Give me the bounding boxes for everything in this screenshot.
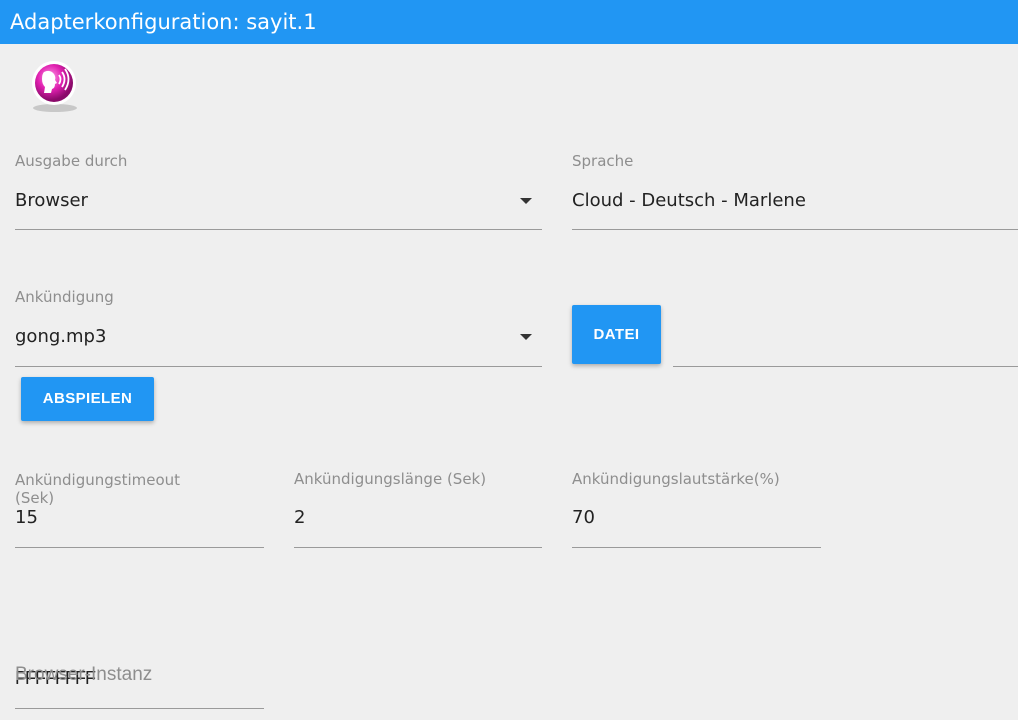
announce-select[interactable]: gong.mp3: [15, 320, 542, 366]
output-label: Ausgabe durch: [15, 152, 128, 170]
language-value: Cloud - Deutsch - Marlene: [572, 190, 806, 211]
window-title: Adapterkonfiguration: sayit.1: [0, 0, 1018, 44]
browser-instance-input[interactable]: FFFFFFFF Browser-Instanz: [15, 660, 264, 708]
announce-length-value: 2: [294, 507, 306, 528]
speaking-head-icon: [26, 58, 82, 114]
output-select[interactable]: Browser: [15, 184, 542, 230]
announce-timeout-value: 15: [15, 507, 38, 528]
browser-instance-underline: [15, 708, 264, 709]
play-button[interactable]: ABSPIELEN: [21, 377, 154, 421]
announce-timeout-underline: [15, 547, 264, 548]
announce-timeout-label: Ankündigungstimeout (Sek): [15, 471, 181, 507]
announce-length-underline: [294, 547, 542, 548]
browser-instance-label: Browser-Instanz: [15, 664, 153, 685]
announce-length-label: Ankündigungslänge (Sek): [294, 470, 487, 488]
language-select[interactable]: Cloud - Deutsch - Marlene: [572, 184, 1018, 230]
output-value: Browser: [15, 190, 88, 211]
language-label: Sprache: [572, 152, 634, 170]
announce-underline: [15, 366, 542, 367]
announce-timeout-input[interactable]: 15: [15, 504, 264, 546]
announce-length-input[interactable]: 2: [294, 504, 542, 546]
file-button[interactable]: DATEI: [572, 305, 661, 364]
announce-volume-value: 70: [572, 507, 595, 528]
announce-volume-underline: [572, 547, 821, 548]
announce-volume-label: Ankündigungslautstärke(%): [572, 470, 780, 488]
file-input[interactable]: [673, 320, 1018, 366]
output-underline: [15, 229, 542, 230]
chevron-down-icon: [520, 334, 532, 340]
language-underline: [572, 229, 1018, 230]
announce-value: gong.mp3: [15, 326, 107, 347]
chevron-down-icon: [520, 198, 532, 204]
announce-label: Ankündigung: [15, 288, 114, 306]
file-underline: [673, 366, 1018, 367]
announce-volume-input[interactable]: 70: [572, 504, 821, 546]
